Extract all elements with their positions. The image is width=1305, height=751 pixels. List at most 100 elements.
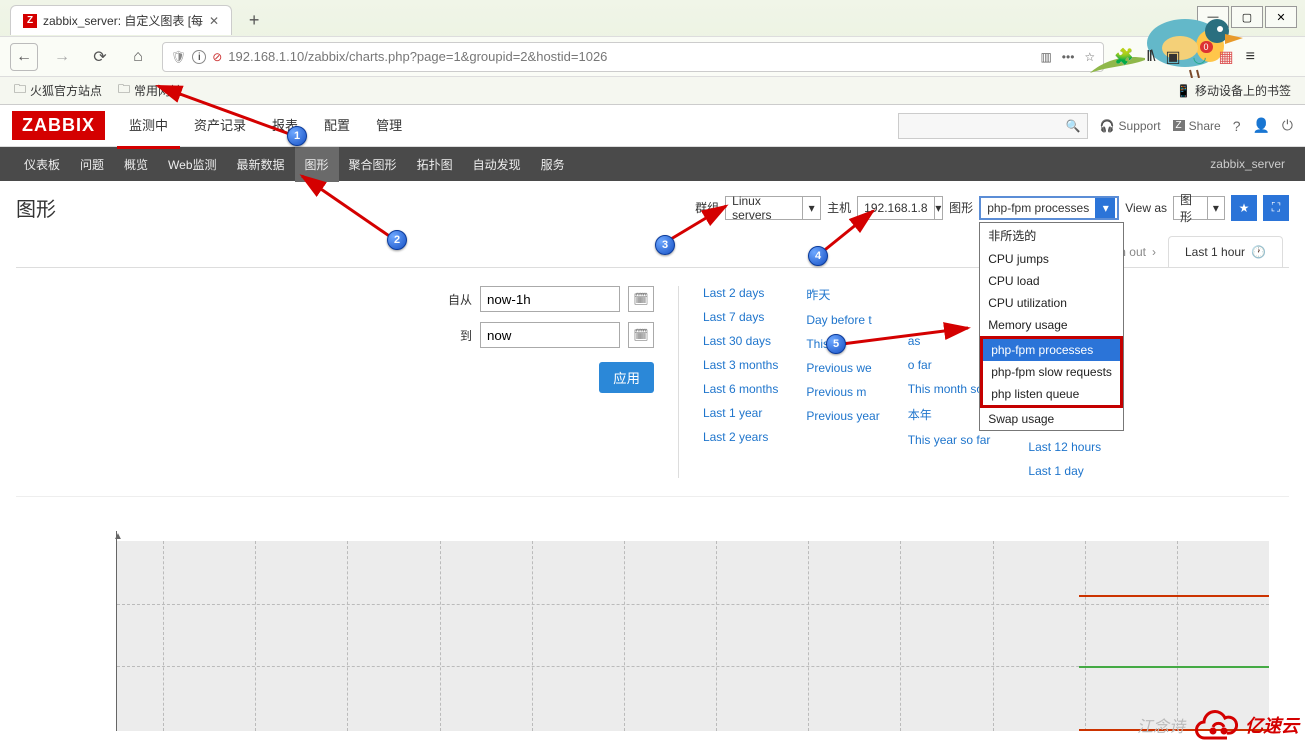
badge-2: 2 xyxy=(387,230,407,250)
preset-prev-year[interactable]: Previous year xyxy=(806,409,879,423)
zabbix-logo[interactable]: ZABBIX xyxy=(12,111,105,140)
tab-title: zabbix_server: 自定义图表 [每 xyxy=(43,12,203,29)
sub-discovery[interactable]: 自动发现 xyxy=(463,147,531,182)
headset-icon: 🎧 xyxy=(1100,119,1115,133)
preset-last-7-days[interactable]: Last 7 days xyxy=(703,310,778,324)
container-icon[interactable]: ▦ xyxy=(1219,47,1234,67)
address-bar[interactable]: 🛡 i ⊘ 192.168.1.10/zabbix/charts.php?pag… xyxy=(162,42,1104,72)
zoom-out-partial[interactable]: n out› xyxy=(1119,245,1156,259)
new-tab-button[interactable]: + xyxy=(240,10,268,31)
dd-php-fpm-slow[interactable]: php-fpm slow requests xyxy=(983,361,1120,383)
dd-cpu-load[interactable]: CPU load xyxy=(980,270,1123,292)
dd-unselected[interactable]: 非所选的 xyxy=(980,223,1123,248)
viewas-select[interactable]: 图形 ▾ xyxy=(1173,196,1225,220)
bookmark-star-icon[interactable]: ☆ xyxy=(1084,50,1095,64)
time-selector-tab[interactable]: Last 1 hour 🕐 xyxy=(1168,236,1283,267)
page-title: 图形 xyxy=(16,193,56,222)
preset-last-2-days[interactable]: Last 2 days xyxy=(703,286,778,300)
preset-last-1-day[interactable]: Last 1 day xyxy=(1028,464,1113,478)
preset-last-12-hours[interactable]: Last 12 hours xyxy=(1028,440,1113,454)
back-button[interactable]: ← xyxy=(10,43,38,71)
dd-php-fpm-processes[interactable]: php-fpm processes xyxy=(983,339,1120,361)
bookmark-mobile[interactable]: 📱移动设备上的书签 xyxy=(1176,82,1291,99)
sidebar-icon[interactable]: ▣ xyxy=(1165,47,1180,67)
menu-inventory[interactable]: 资产记录 xyxy=(182,103,258,149)
info-icon[interactable]: i xyxy=(192,50,206,64)
bookmark-folder-common[interactable]: 🗀常用网址 xyxy=(118,80,182,101)
fullscreen-button[interactable]: ⛶ xyxy=(1263,195,1289,221)
dd-swap[interactable]: Swap usage xyxy=(980,408,1123,430)
pocket-icon[interactable]: ◡0 xyxy=(1193,47,1207,67)
sub-screens[interactable]: 聚合图形 xyxy=(339,147,407,182)
sub-maps[interactable]: 拓扑图 xyxy=(407,147,463,182)
graph-select[interactable]: php-fpm processes ▾ 非所选的 CPU jumps CPU l… xyxy=(979,196,1119,220)
badge-4: 4 xyxy=(808,246,828,266)
preset-last-3-months[interactable]: Last 3 months xyxy=(703,358,778,372)
bookmark-folder-firefox[interactable]: 🗀火狐官方站点 xyxy=(14,80,102,101)
support-link[interactable]: 🎧Support xyxy=(1100,119,1161,133)
share-link[interactable]: ZShare xyxy=(1173,119,1221,133)
chevron-down-icon: ▾ xyxy=(802,197,820,219)
close-window-button[interactable]: ✕ xyxy=(1265,6,1297,28)
preset-last-30-days[interactable]: Last 30 days xyxy=(703,334,778,348)
sub-overview[interactable]: 概览 xyxy=(114,147,158,182)
sub-services[interactable]: 服务 xyxy=(531,147,575,182)
sub-web[interactable]: Web监测 xyxy=(158,147,226,182)
help-button[interactable]: ? xyxy=(1233,118,1241,134)
mobile-icon: 📱 xyxy=(1176,84,1191,98)
preset-last-2-years[interactable]: Last 2 years xyxy=(703,430,778,444)
forward-button[interactable]: → xyxy=(48,43,76,71)
dd-cpu-jumps[interactable]: CPU jumps xyxy=(980,248,1123,270)
preset-prev-week[interactable]: Previous we xyxy=(806,361,879,375)
user-button[interactable]: 👤 xyxy=(1252,117,1269,134)
preset-last-1-year[interactable]: Last 1 year xyxy=(703,406,778,420)
cloud-logo-icon xyxy=(1191,705,1239,745)
dd-cpu-util[interactable]: CPU utilization xyxy=(980,292,1123,314)
reader-icon[interactable]: ▥ xyxy=(1040,50,1051,64)
sub-menu: 仪表板 问题 概览 Web监测 最新数据 图形 聚合图形 拓扑图 自动发现 服务… xyxy=(0,147,1305,181)
preset-prev-month[interactable]: Previous m xyxy=(806,385,879,399)
sub-dashboard[interactable]: 仪表板 xyxy=(14,147,70,182)
group-label: 群组 xyxy=(695,199,719,216)
preset-yesterday[interactable]: 昨天 xyxy=(806,286,879,303)
chevron-right-icon: › xyxy=(1152,245,1156,259)
menu-icon[interactable]: ≡ xyxy=(1246,48,1255,66)
graph-dropdown: 非所选的 CPU jumps CPU load CPU utilization … xyxy=(979,222,1124,431)
dd-memory[interactable]: Memory usage xyxy=(980,314,1123,336)
preset-day-before[interactable]: Day before t xyxy=(806,313,879,327)
menu-config[interactable]: 配置 xyxy=(312,103,362,149)
maximize-button[interactable]: ▢ xyxy=(1231,6,1263,28)
reload-button[interactable]: ⟳ xyxy=(86,43,114,71)
tab-close-icon[interactable]: ✕ xyxy=(209,14,219,28)
sub-problems[interactable]: 问题 xyxy=(70,147,114,182)
group-select[interactable]: Linux servers ▾ xyxy=(725,196,821,220)
menu-admin[interactable]: 管理 xyxy=(364,103,414,149)
count-badge: 0 xyxy=(1200,41,1213,53)
preset-this-year-so-far[interactable]: This year so far xyxy=(908,433,1001,447)
menu-monitoring[interactable]: 监测中 xyxy=(117,103,180,149)
favorite-button[interactable]: ★ xyxy=(1231,195,1257,221)
sub-graphs[interactable]: 图形 xyxy=(295,147,339,182)
logout-button[interactable]: ⏻ xyxy=(1282,117,1293,134)
browser-tab[interactable]: Z zabbix_server: 自定义图表 [每 ✕ xyxy=(10,5,232,35)
home-button[interactable]: ⌂ xyxy=(124,43,152,71)
chart-canvas: ▲ xyxy=(116,531,1269,731)
window-controls: — ▢ ✕ xyxy=(1197,6,1297,28)
calendar-icon[interactable]: 🗓 xyxy=(628,286,654,312)
more-icon[interactable]: ••• xyxy=(1062,50,1075,64)
dd-php-listen[interactable]: php listen queue xyxy=(983,383,1120,405)
host-select[interactable]: 192.168.1.8 ▾ xyxy=(857,196,943,220)
library-icon[interactable]: II\ xyxy=(1146,48,1153,66)
calendar-icon[interactable]: 🗓 xyxy=(628,322,654,348)
puzzle-icon[interactable]: 🧩 xyxy=(1114,47,1134,67)
badge-5: 5 xyxy=(826,334,846,354)
shield-icon[interactable]: 🛡 xyxy=(171,50,186,64)
apply-button[interactable]: 应用 xyxy=(599,362,654,393)
minimize-button[interactable]: — xyxy=(1197,6,1229,28)
to-input[interactable] xyxy=(480,322,620,348)
watermark: 江念诗 亿速云 xyxy=(1137,705,1299,745)
search-input[interactable]: 🔍 xyxy=(898,113,1088,139)
from-input[interactable] xyxy=(480,286,620,312)
preset-last-6-months[interactable]: Last 6 months xyxy=(703,382,778,396)
sub-latest[interactable]: 最新数据 xyxy=(227,147,295,182)
